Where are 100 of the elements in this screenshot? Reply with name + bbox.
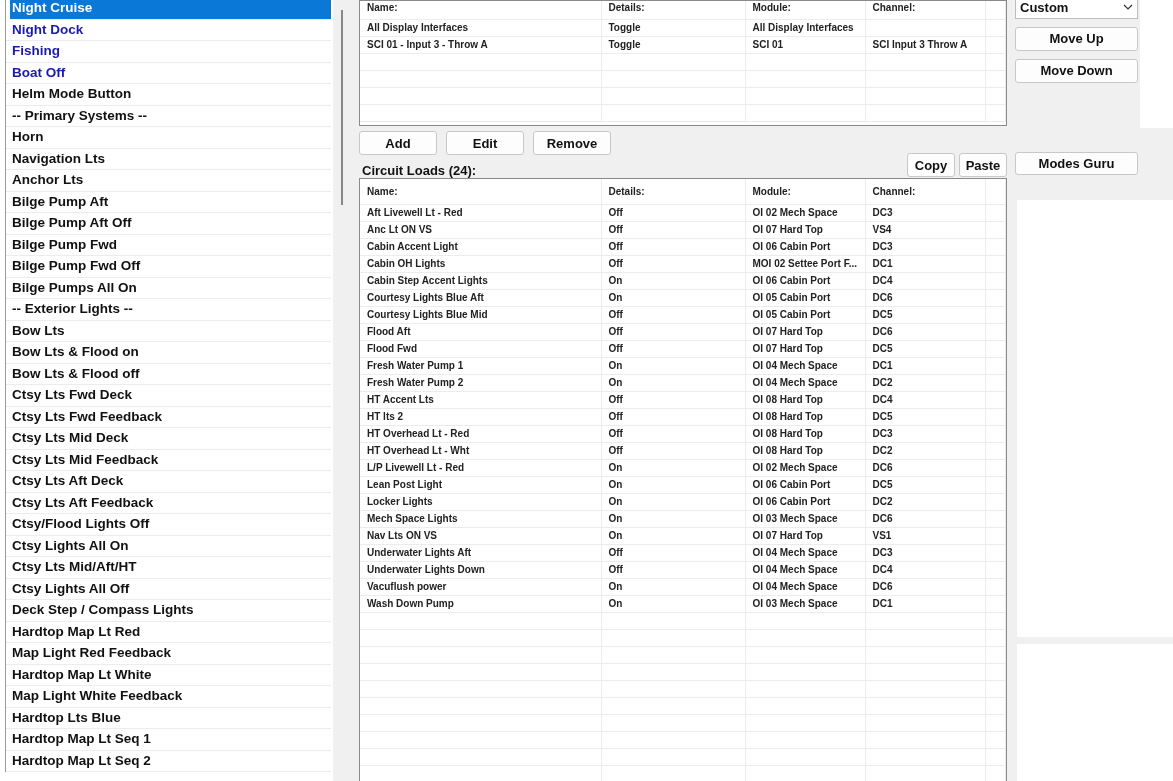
table-cell: Flood Fwd bbox=[360, 340, 601, 357]
mode-list-item[interactable]: Horn bbox=[6, 127, 331, 149]
action-button[interactable]: Edit bbox=[446, 131, 524, 155]
table-cell: SCI 01 bbox=[745, 36, 865, 53]
table-cell: On bbox=[601, 527, 745, 544]
table-cell: Off bbox=[601, 561, 745, 578]
mode-list-item[interactable]: Hardtop Lts Blue bbox=[6, 707, 331, 729]
table-cell: OI 04 Mech Space bbox=[745, 357, 865, 374]
column-header[interactable]: Name: bbox=[360, 179, 601, 204]
mode-list-item[interactable]: Bilge Pump Fwd Off bbox=[6, 256, 331, 278]
table-cell: DC1 bbox=[865, 595, 985, 612]
mode-list-item[interactable]: Ctsy Lts Mid Feedback bbox=[6, 449, 331, 471]
table-cell: OI 08 Hard Top bbox=[745, 408, 865, 425]
move-button[interactable]: Move Down bbox=[1015, 58, 1138, 83]
mode-list-item[interactable]: Ctsy/Flood Lights Off bbox=[6, 514, 331, 536]
mode-list-item[interactable]: Bow Lts & Flood off bbox=[6, 363, 331, 385]
mode-list-item[interactable]: Ctsy Lts Fwd Feedback bbox=[6, 406, 331, 428]
clipboard-button[interactable]: Copy bbox=[907, 153, 955, 177]
mode-list-item[interactable]: Hardtop Map Lt Red bbox=[6, 621, 331, 643]
table-cell: On bbox=[601, 595, 745, 612]
table-cell: OI 04 Mech Space bbox=[745, 544, 865, 561]
mode-list-item[interactable]: Night Cruise bbox=[10, 0, 331, 20]
action-button[interactable]: Add bbox=[359, 131, 437, 155]
mode-list-item[interactable]: -- Primary Systems -- bbox=[6, 105, 331, 127]
table-cell: DC4 bbox=[865, 561, 985, 578]
mode-list-item[interactable]: Bilge Pump Aft bbox=[6, 191, 331, 213]
mode-list-item[interactable]: Ctsy Lights All On bbox=[6, 535, 331, 557]
table-cell: Courtesy Lights Blue Mid bbox=[360, 306, 601, 323]
mode-list-item[interactable]: Navigation Lts bbox=[6, 148, 331, 170]
mode-list-item[interactable]: Boat Off bbox=[6, 62, 331, 84]
mode-list-item[interactable]: Deck Step / Compass Lights bbox=[6, 600, 331, 622]
action-button[interactable]: Remove bbox=[533, 131, 611, 155]
table-cell: DC3 bbox=[865, 204, 985, 221]
mode-list-item[interactable]: Bilge Pump Aft Off bbox=[6, 213, 331, 235]
mode-list-item[interactable]: Map Light Red Feedback bbox=[6, 643, 331, 665]
mode-list-item[interactable]: Ctsy Lts Mid Deck bbox=[6, 428, 331, 450]
mode-list-item[interactable]: Ctsy Lts Aft Deck bbox=[6, 471, 331, 493]
mode-list-item[interactable]: Ctsy Lts Mid/Aft/HT bbox=[6, 557, 331, 579]
column-header[interactable]: Module: bbox=[745, 1, 865, 19]
table-cell: Off bbox=[601, 340, 745, 357]
table-cell: OI 02 Mech Space bbox=[745, 204, 865, 221]
mode-list-item[interactable]: Bilge Pumps All On bbox=[6, 277, 331, 299]
column-header[interactable]: Module: bbox=[745, 179, 865, 204]
table-cell: MOI 02 Settee Port F... bbox=[745, 255, 865, 272]
scrollbar-thumb[interactable] bbox=[341, 10, 343, 205]
mode-list-item[interactable]: Ctsy Lts Aft Feedback bbox=[6, 492, 331, 514]
table-cell: Mech Space Lights bbox=[360, 510, 601, 527]
mode-list-item[interactable]: Ctsy Lts Fwd Deck bbox=[6, 385, 331, 407]
table-cell: OI 06 Cabin Port bbox=[745, 272, 865, 289]
table-cell: DC3 bbox=[865, 544, 985, 561]
table-cell: OI 05 Cabin Port bbox=[745, 289, 865, 306]
table-cell: Off bbox=[601, 238, 745, 255]
table-cell: OI 04 Mech Space bbox=[745, 561, 865, 578]
mode-list-item[interactable]: -- Exterior Lights -- bbox=[6, 299, 331, 321]
table-cell: Off bbox=[601, 323, 745, 340]
mode-list-item[interactable]: Anchor Lts bbox=[6, 170, 331, 192]
mode-list-item[interactable]: Bow Lts bbox=[6, 320, 331, 342]
table-cell: OI 04 Mech Space bbox=[745, 374, 865, 391]
column-header[interactable]: Details: bbox=[601, 179, 745, 204]
mode-type-dropdown[interactable]: Custom bbox=[1015, 0, 1138, 19]
table-cell: HT Overhead Lt - Red bbox=[360, 425, 601, 442]
mode-list-item[interactable]: Helm Mode Button bbox=[6, 84, 331, 106]
mode-list-item[interactable]: Ctsy Lights All Off bbox=[6, 578, 331, 600]
mode-list-item[interactable]: Fishing bbox=[6, 41, 331, 63]
column-header[interactable]: Channel: bbox=[865, 1, 985, 19]
table-cell: OI 07 Hard Top bbox=[745, 527, 865, 544]
mode-list-item[interactable]: Hardtop Map Lt Seq 1 bbox=[6, 729, 331, 751]
table-cell: On bbox=[601, 459, 745, 476]
column-header[interactable]: Channel: bbox=[865, 179, 985, 204]
table-cell: OI 04 Mech Space bbox=[745, 578, 865, 595]
table-cell: On bbox=[601, 357, 745, 374]
table-cell: All Display Interfaces bbox=[745, 19, 865, 36]
table-cell: DC5 bbox=[865, 340, 985, 357]
table-cell: OI 05 Cabin Port bbox=[745, 306, 865, 323]
table-cell: Off bbox=[601, 544, 745, 561]
table-cell: OI 02 Mech Space bbox=[745, 459, 865, 476]
table-cell: DC2 bbox=[865, 442, 985, 459]
chevron-down-icon bbox=[1123, 4, 1133, 11]
section-title: Circuit Loads (24): bbox=[361, 164, 477, 178]
table-cell: SCI 01 - Input 3 - Throw A bbox=[360, 36, 601, 53]
table-cell: Off bbox=[601, 255, 745, 272]
table-cell: On bbox=[601, 578, 745, 595]
modes-guru-button[interactable]: Modes Guru bbox=[1015, 151, 1138, 176]
mode-list-item[interactable]: Night Dock bbox=[6, 19, 331, 41]
table-cell: DC6 bbox=[865, 510, 985, 527]
table-cell: DC1 bbox=[865, 255, 985, 272]
mode-list-item[interactable]: Hardtop Map Lt White bbox=[6, 664, 331, 686]
column-header[interactable]: Details: bbox=[601, 1, 745, 19]
table-cell: OI 03 Mech Space bbox=[745, 595, 865, 612]
table-cell: DC6 bbox=[865, 459, 985, 476]
mode-list-item[interactable]: Bow Lts & Flood on bbox=[6, 342, 331, 364]
mode-list-item[interactable]: Hardtop Map Lt Seq 2 bbox=[6, 750, 331, 772]
move-button[interactable]: Move Up bbox=[1015, 26, 1138, 51]
clipboard-button[interactable]: Paste bbox=[959, 153, 1007, 177]
mode-list-item[interactable]: Map Light White Feedback bbox=[6, 686, 331, 708]
mode-list-item[interactable]: Bilge Pump Fwd bbox=[6, 234, 331, 256]
table-cell: Courtesy Lights Blue Aft bbox=[360, 289, 601, 306]
table-cell: Off bbox=[601, 306, 745, 323]
column-header[interactable]: Name: bbox=[360, 1, 601, 19]
table-cell: Cabin Accent Light bbox=[360, 238, 601, 255]
